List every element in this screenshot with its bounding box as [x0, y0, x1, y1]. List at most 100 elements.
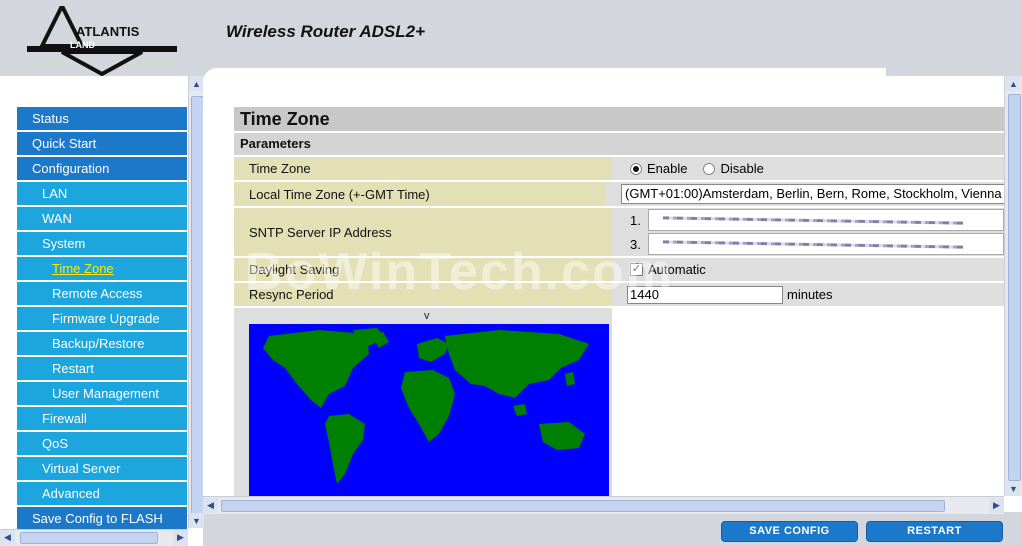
scroll-up-icon[interactable]: ▲ [1006, 76, 1021, 91]
nav-item-label: Advanced [42, 486, 100, 501]
nav-item-label: WAN [42, 211, 72, 226]
time-zone-value: Enable Disable [612, 157, 1006, 180]
main-frame: Time Zone Parameters Time Zone Enable Di… [203, 68, 1022, 512]
map-right-blank [612, 308, 1006, 498]
nav-item-label: Backup/Restore [52, 336, 145, 351]
sntp-server-1: 1. [630, 208, 1004, 232]
nav-item-label: Firewall [42, 411, 87, 426]
disable-radio[interactable] [703, 162, 716, 175]
sntp-value: 1. 3. [612, 208, 1006, 256]
local-time-zone-row: Local Time Zone (+-GMT Time) (GMT+01:00)… [234, 182, 1006, 206]
map-row: v [234, 308, 1006, 498]
daylight-saving-row: Daylight Saving ✓ Automatic [234, 258, 1006, 281]
frame-notch [886, 62, 1022, 76]
map-cell: v [234, 308, 612, 498]
nav-item-firmware-upgrade[interactable]: Firmware Upgrade [17, 307, 187, 330]
nav-item-qos[interactable]: QoS [17, 432, 187, 455]
brand-name: ATLANTIS [76, 24, 140, 39]
local-time-zone-select[interactable]: (GMT+01:00)Amsterdam, Berlin, Bern, Rome… [621, 184, 1006, 204]
main-scroll-thumb[interactable] [1008, 94, 1021, 481]
sntp-server-2-number: 3. [630, 236, 641, 252]
resync-period-value: 1440 minutes [612, 283, 1006, 306]
sntp-server-2-input[interactable] [648, 233, 1004, 255]
nav-item-label: Quick Start [32, 136, 97, 151]
nav-item-label: System [42, 236, 86, 251]
scroll-left-icon[interactable]: ◀ [0, 530, 15, 545]
scroll-left-icon[interactable]: ◀ [203, 498, 218, 513]
nav-item-label: Firmware Upgrade [52, 311, 160, 326]
main-vertical-scrollbar[interactable]: ▲ ▼ [1004, 76, 1022, 496]
nav-item-label: Configuration [32, 161, 110, 176]
automatic-checkbox[interactable]: ✓ [630, 263, 643, 276]
sntp-server-1-input[interactable] [648, 209, 1004, 231]
nav-item-label: LAN [42, 186, 68, 201]
nav-item-time-zone[interactable]: Time Zone [17, 257, 187, 280]
nav-item-label: Restart [52, 361, 94, 376]
sntp-label: SNTP Server IP Address [234, 208, 612, 256]
nav-item-label: User Management [52, 386, 159, 401]
nav-item-save-config-to-flash[interactable]: Save Config to FLASH [17, 507, 187, 530]
resync-period-row: Resync Period 1440 minutes [234, 283, 1006, 306]
time-zone-form: Time Zone Parameters Time Zone Enable Di… [234, 107, 1006, 498]
nav-item-label: Status [32, 111, 69, 126]
time-zone-row: Time Zone Enable Disable [234, 157, 1006, 180]
resync-unit: minutes [787, 287, 833, 302]
scroll-down-icon[interactable]: ▼ [1006, 481, 1021, 496]
resync-period-input[interactable]: 1440 [627, 285, 783, 304]
nav-item-label: Remote Access [52, 286, 143, 301]
daylight-saving-label: Daylight Saving [234, 258, 612, 281]
map-marker: v [424, 310, 430, 322]
local-time-zone-value: (GMT+01:00)Amsterdam, Berlin, Bern, Rome… [606, 182, 1006, 206]
nav-item-backup-restore[interactable]: Backup/Restore [17, 332, 187, 355]
restart-button[interactable]: RESTART [866, 521, 1003, 542]
enable-radio[interactable] [630, 162, 642, 175]
product-title: Wireless Router ADSL2+ [226, 22, 426, 41]
redacted-scribble [663, 240, 963, 249]
disable-label: Disable [720, 161, 764, 176]
scroll-right-icon[interactable]: ▶ [173, 530, 188, 545]
scroll-right-icon[interactable]: ▶ [989, 498, 1004, 513]
nav-item-restart[interactable]: Restart [17, 357, 187, 380]
main-horizontal-scrollbar[interactable]: ◀ ▶ [203, 496, 1004, 514]
sntp-server-1-number: 1. [630, 212, 641, 228]
nav-item-user-management[interactable]: User Management [17, 382, 187, 405]
world-map[interactable] [249, 324, 609, 498]
nav-item-virtual-server[interactable]: Virtual Server [17, 457, 187, 480]
enable-label: Enable [647, 161, 688, 176]
nav-item-remote-access[interactable]: Remote Access [17, 282, 187, 305]
scroll-up-icon[interactable]: ▲ [189, 76, 204, 91]
nav-item-advanced[interactable]: Advanced [17, 482, 187, 505]
brand-sub: LAND [70, 40, 95, 50]
redacted-scribble [663, 216, 963, 225]
daylight-saving-value: ✓ Automatic [612, 258, 1006, 281]
nav-item-configuration[interactable]: Configuration [17, 157, 187, 180]
nav-hscroll-thumb[interactable] [20, 532, 158, 544]
nav-horizontal-scrollbar[interactable]: ◀ ▶ [0, 529, 188, 546]
sntp-server-2: 3. [630, 232, 1004, 256]
main-hscroll-thumb[interactable] [221, 500, 945, 512]
nav-vertical-scrollbar[interactable]: ▲ ▼ [188, 76, 204, 528]
scroll-down-icon[interactable]: ▼ [189, 513, 204, 528]
sntp-row: SNTP Server IP Address 1. 3. [234, 208, 1006, 256]
nav-item-status[interactable]: Status [17, 107, 187, 130]
nav-list: Status Quick Start Configuration LAN WAN Syst… [17, 107, 187, 532]
resync-period-label: Resync Period [234, 283, 612, 306]
nav-item-label: Virtual Server [42, 461, 121, 476]
local-time-zone-label: Local Time Zone (+-GMT Time) [234, 182, 606, 206]
nav-frame: Status Quick Start Configuration LAN WAN Syst… [0, 76, 204, 546]
nav-item-firewall[interactable]: Firewall [17, 407, 187, 430]
time-zone-label: Time Zone [234, 157, 612, 180]
nav-item-lan[interactable]: LAN [17, 182, 187, 205]
nav-item-quick-start[interactable]: Quick Start [17, 132, 187, 155]
atlantis-logo-graphic: ATLANTIS LAND [27, 1, 177, 77]
page-title: Time Zone [234, 107, 1006, 131]
nav-item-label: Time Zone [52, 261, 114, 276]
nav-item-label: QoS [42, 436, 69, 451]
nav-item-system[interactable]: System [17, 232, 187, 255]
save-config-button[interactable]: SAVE CONFIG [721, 521, 858, 542]
automatic-label: Automatic [648, 262, 706, 277]
nav-item-wan[interactable]: WAN [17, 207, 187, 230]
nav-item-label: Save Config to FLASH [32, 511, 163, 526]
world-map-graphic [263, 328, 589, 484]
section-title: Parameters [234, 133, 1006, 155]
